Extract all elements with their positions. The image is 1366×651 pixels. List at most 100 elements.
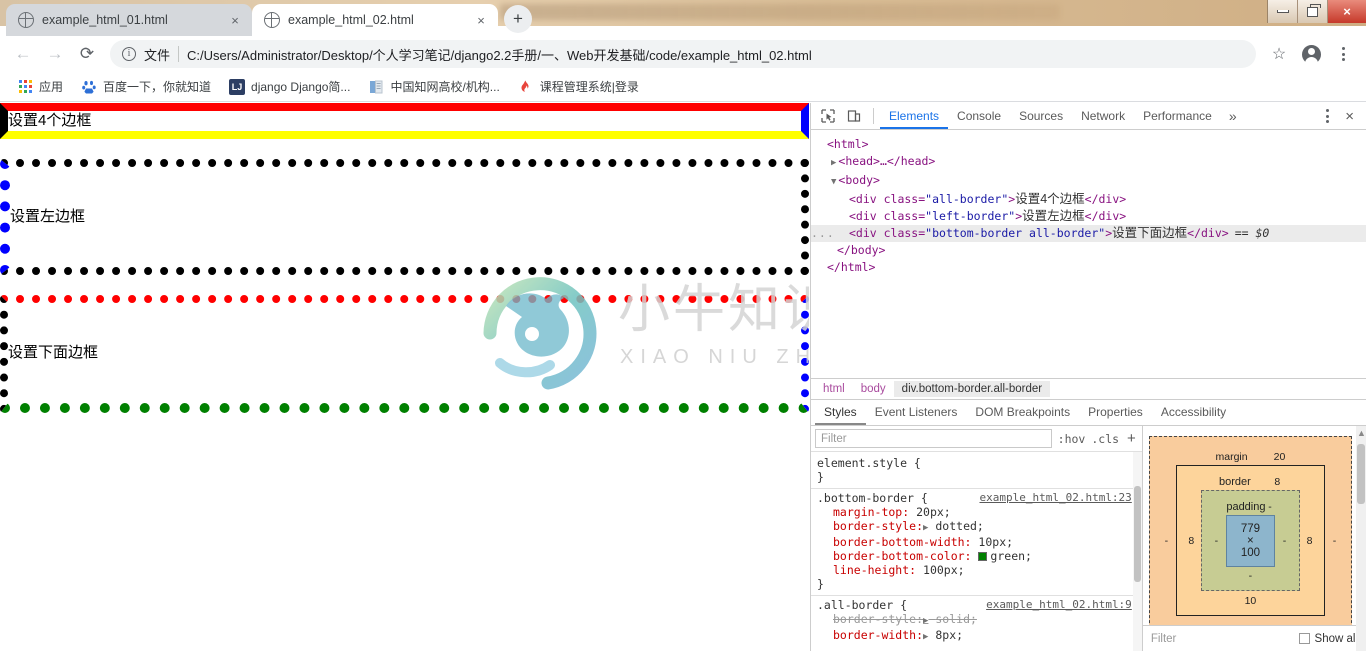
- style-rule-all-border[interactable]: .all-border { example_html_02.html:9 bor…: [811, 596, 1142, 648]
- browser-tab-2[interactable]: example_html_02.html ×: [252, 4, 498, 36]
- chevron-right-icon[interactable]: ▶: [923, 632, 928, 642]
- close-tab-1-button[interactable]: ×: [226, 11, 244, 29]
- box-border-top[interactable]: 8: [1273, 476, 1282, 488]
- more-tabs-icon[interactable]: »: [1221, 108, 1245, 124]
- forward-button[interactable]: →: [40, 39, 70, 69]
- cls-toggle[interactable]: .cls: [1091, 432, 1119, 446]
- style-prop-border-width[interactable]: border-width:▶ 8px;: [817, 628, 1136, 644]
- chevron-right-icon[interactable]: ▶: [831, 158, 836, 168]
- back-button[interactable]: ←: [8, 39, 38, 69]
- computed-filter-input[interactable]: Filter: [1151, 633, 1291, 645]
- dom-tree[interactable]: <html> ▶ <head>…</head> ▼ <body> <div clas…: [811, 130, 1366, 378]
- breadcrumb-item-div[interactable]: div.bottom-border.all-border: [893, 381, 1051, 397]
- chevron-right-icon[interactable]: ▶: [923, 616, 928, 626]
- dom-node-html-open[interactable]: <html>: [811, 136, 1366, 153]
- hov-toggle[interactable]: :hov: [1058, 432, 1086, 446]
- chevron-right-icon[interactable]: ▶: [923, 523, 928, 533]
- bookmark-cnki[interactable]: 中国知网高校/机构...: [361, 75, 506, 98]
- style-prop-border-style[interactable]: border-style:▶ dotted;: [817, 519, 1136, 535]
- box-model-diagram[interactable]: margin 20 - border 8 8 padding - - 779 ×…: [1143, 426, 1366, 625]
- bookmark-star-button[interactable]: ☆: [1264, 39, 1294, 69]
- new-tab-button[interactable]: +: [504, 5, 532, 33]
- new-style-rule-button[interactable]: +: [1125, 430, 1138, 447]
- bookmark-django[interactable]: LJ django Django简...: [222, 75, 357, 98]
- box-padding-top[interactable]: -: [1265, 501, 1274, 513]
- box-padding-left[interactable]: -: [1212, 535, 1221, 547]
- checkbox-icon[interactable]: [1298, 633, 1310, 644]
- inspect-element-icon[interactable]: [815, 104, 841, 128]
- scroll-up-arrow-icon[interactable]: ▲: [1357, 428, 1366, 442]
- dom-node-html-close[interactable]: </html>: [811, 259, 1366, 276]
- devtools-tab-elements[interactable]: Elements: [880, 103, 949, 129]
- profile-button[interactable]: [1296, 39, 1326, 69]
- browser-tab-1[interactable]: example_html_01.html ×: [6, 4, 252, 36]
- box-model-padding[interactable]: padding - - 779 × 100 - -: [1200, 490, 1300, 591]
- style-rule-source-link[interactable]: example_html_02.html:23: [979, 491, 1131, 505]
- box-margin-left[interactable]: -: [1162, 535, 1171, 547]
- close-window-button[interactable]: ×: [1328, 0, 1366, 23]
- bookmark-course-system[interactable]: 课程管理系统|登录: [511, 75, 646, 98]
- breadcrumb[interactable]: html body div.bottom-border.all-border: [811, 378, 1366, 400]
- computed-scrollbar-thumb[interactable]: [1357, 444, 1365, 504]
- dom-div-text-1: 设置4个边框: [1015, 192, 1085, 206]
- window-controls[interactable]: ×: [1267, 0, 1366, 23]
- bookmark-baidu[interactable]: 百度一下，你就知道: [74, 75, 218, 98]
- box-model-content[interactable]: 779 × 100: [1225, 515, 1275, 567]
- pane-tab-properties[interactable]: Properties: [1079, 400, 1152, 425]
- styles-scrollbar[interactable]: [1132, 452, 1142, 651]
- box-margin-right[interactable]: -: [1330, 535, 1339, 547]
- pane-tab-event-listeners[interactable]: Event Listeners: [866, 400, 967, 425]
- styles-filter-input[interactable]: Filter: [815, 429, 1052, 448]
- dom-node-body-close[interactable]: </body>: [811, 242, 1366, 259]
- browser-menu-button[interactable]: [1328, 39, 1358, 69]
- devtools-tab-sources[interactable]: Sources: [1010, 103, 1072, 129]
- box-margin-bottom[interactable]: -: [1249, 620, 1253, 625]
- page-info-icon[interactable]: i: [122, 47, 136, 61]
- devtools-tab-performance[interactable]: Performance: [1134, 103, 1221, 129]
- styles-scrollbar-thumb[interactable]: [1133, 486, 1141, 582]
- style-prop-border-style-overridden[interactable]: border-style:▶ solid;: [817, 612, 1136, 628]
- computed-scrollbar[interactable]: ▲: [1356, 426, 1366, 651]
- box-padding-right[interactable]: -: [1280, 535, 1289, 547]
- color-swatch-green[interactable]: [978, 552, 988, 561]
- device-toolbar-icon[interactable]: [841, 104, 867, 128]
- box-padding-bottom[interactable]: -: [1249, 570, 1253, 582]
- style-rule-bottom-border[interactable]: .bottom-border { example_html_02.html:23…: [811, 489, 1142, 596]
- chevron-down-icon[interactable]: ▼: [831, 177, 836, 187]
- box-model-border[interactable]: border 8 8 padding - - 779 × 100 - - 8 1…: [1175, 465, 1325, 616]
- style-prop-margin-top[interactable]: margin-top: 20px;: [817, 505, 1136, 519]
- devtools-tab-network[interactable]: Network: [1072, 103, 1134, 129]
- devtools-close-button[interactable]: ×: [1337, 108, 1362, 125]
- show-all-toggle[interactable]: Show all: [1298, 633, 1358, 645]
- style-rule-element-style[interactable]: element.style { }: [811, 454, 1142, 489]
- pane-tab-accessibility[interactable]: Accessibility: [1152, 400, 1235, 425]
- style-rule-source-link[interactable]: example_html_02.html:9: [986, 598, 1132, 612]
- browser-tab-strip[interactable]: example_html_01.html × example_html_02.h…: [0, 0, 1250, 36]
- dom-node-body-open[interactable]: ▼ <body>: [811, 172, 1366, 191]
- box-model-margin[interactable]: margin 20 - border 8 8 padding - - 779 ×…: [1148, 436, 1352, 625]
- style-prop-line-height[interactable]: line-height: 100px;: [817, 563, 1136, 577]
- dom-node-div-all-border[interactable]: <div class="all-border">设置4个边框</div>: [811, 191, 1366, 208]
- box-border-right[interactable]: 8: [1305, 535, 1314, 547]
- close-tab-2-button[interactable]: ×: [472, 11, 490, 29]
- node-overflow-icon[interactable]: ...: [811, 225, 835, 242]
- pane-tab-styles[interactable]: Styles: [815, 400, 866, 425]
- address-bar[interactable]: i 文件 C:/Users/Administrator/Desktop/个人学习…: [110, 40, 1256, 68]
- box-border-left[interactable]: 8: [1187, 535, 1196, 547]
- dom-node-head[interactable]: ▶ <head>…</head>: [811, 153, 1366, 172]
- box-margin-top[interactable]: 20: [1274, 451, 1286, 463]
- dom-node-div-left-border[interactable]: <div class="left-border">设置左边框</div>: [811, 208, 1366, 225]
- style-prop-border-bottom-width[interactable]: border-bottom-width: 10px;: [817, 535, 1136, 549]
- dom-node-div-bottom-border[interactable]: ... <div class="bottom-border all-border"…: [811, 225, 1366, 242]
- breadcrumb-item-html[interactable]: html: [815, 381, 853, 397]
- minimize-button[interactable]: [1268, 0, 1298, 23]
- devtools-tab-console[interactable]: Console: [948, 103, 1010, 129]
- reload-button[interactable]: ⟳: [72, 39, 102, 69]
- box-border-bottom[interactable]: 10: [1245, 595, 1257, 607]
- bookmark-apps[interactable]: 应用: [10, 75, 70, 98]
- breadcrumb-item-body[interactable]: body: [853, 381, 894, 397]
- devtools-settings-button[interactable]: [1318, 109, 1337, 123]
- restore-button[interactable]: [1298, 0, 1328, 23]
- pane-tab-dom-breakpoints[interactable]: DOM Breakpoints: [966, 400, 1079, 425]
- style-prop-border-bottom-color[interactable]: border-bottom-color: green;: [817, 549, 1136, 563]
